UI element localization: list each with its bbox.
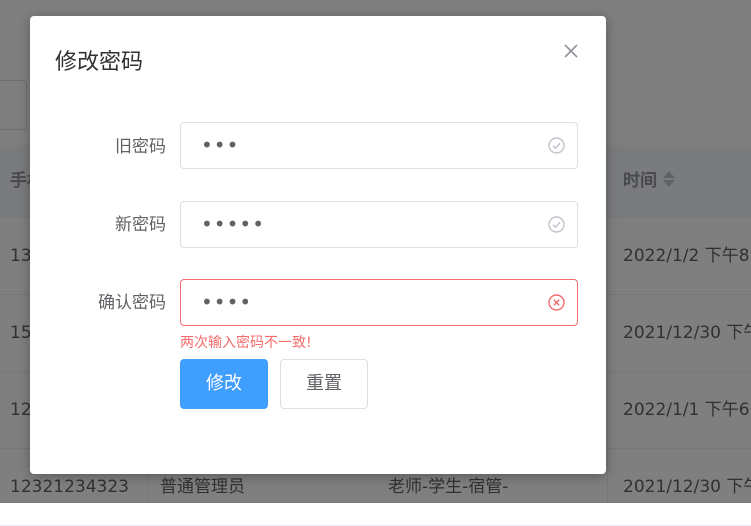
new-password-label: 新密码 — [115, 215, 166, 235]
old-password-field[interactable]: ••• — [180, 122, 578, 169]
old-password-label: 旧密码 — [115, 137, 166, 157]
new-password-field[interactable]: ••••• — [180, 201, 578, 248]
reset-button[interactable]: 重置 — [280, 359, 368, 409]
confirm-password-value: •••• — [201, 290, 253, 314]
validation-error-message: 两次输入密码不一致! — [180, 335, 312, 351]
change-password-dialog: 修改密码 旧密码 ••• 新密码 ••••• 确认密码 •••• 两次输入密码不… — [30, 16, 606, 474]
dialog-title: 修改密码 — [55, 50, 144, 75]
close-icon[interactable] — [560, 40, 582, 62]
success-check-icon — [547, 136, 566, 155]
error-circle-icon — [547, 293, 566, 312]
confirm-password-field[interactable]: •••• — [180, 279, 578, 326]
submit-button[interactable]: 修改 — [180, 359, 268, 409]
confirm-password-label: 确认密码 — [98, 293, 166, 313]
success-check-icon — [547, 215, 566, 234]
new-password-value: ••••• — [201, 212, 265, 236]
old-password-value: ••• — [201, 133, 240, 157]
